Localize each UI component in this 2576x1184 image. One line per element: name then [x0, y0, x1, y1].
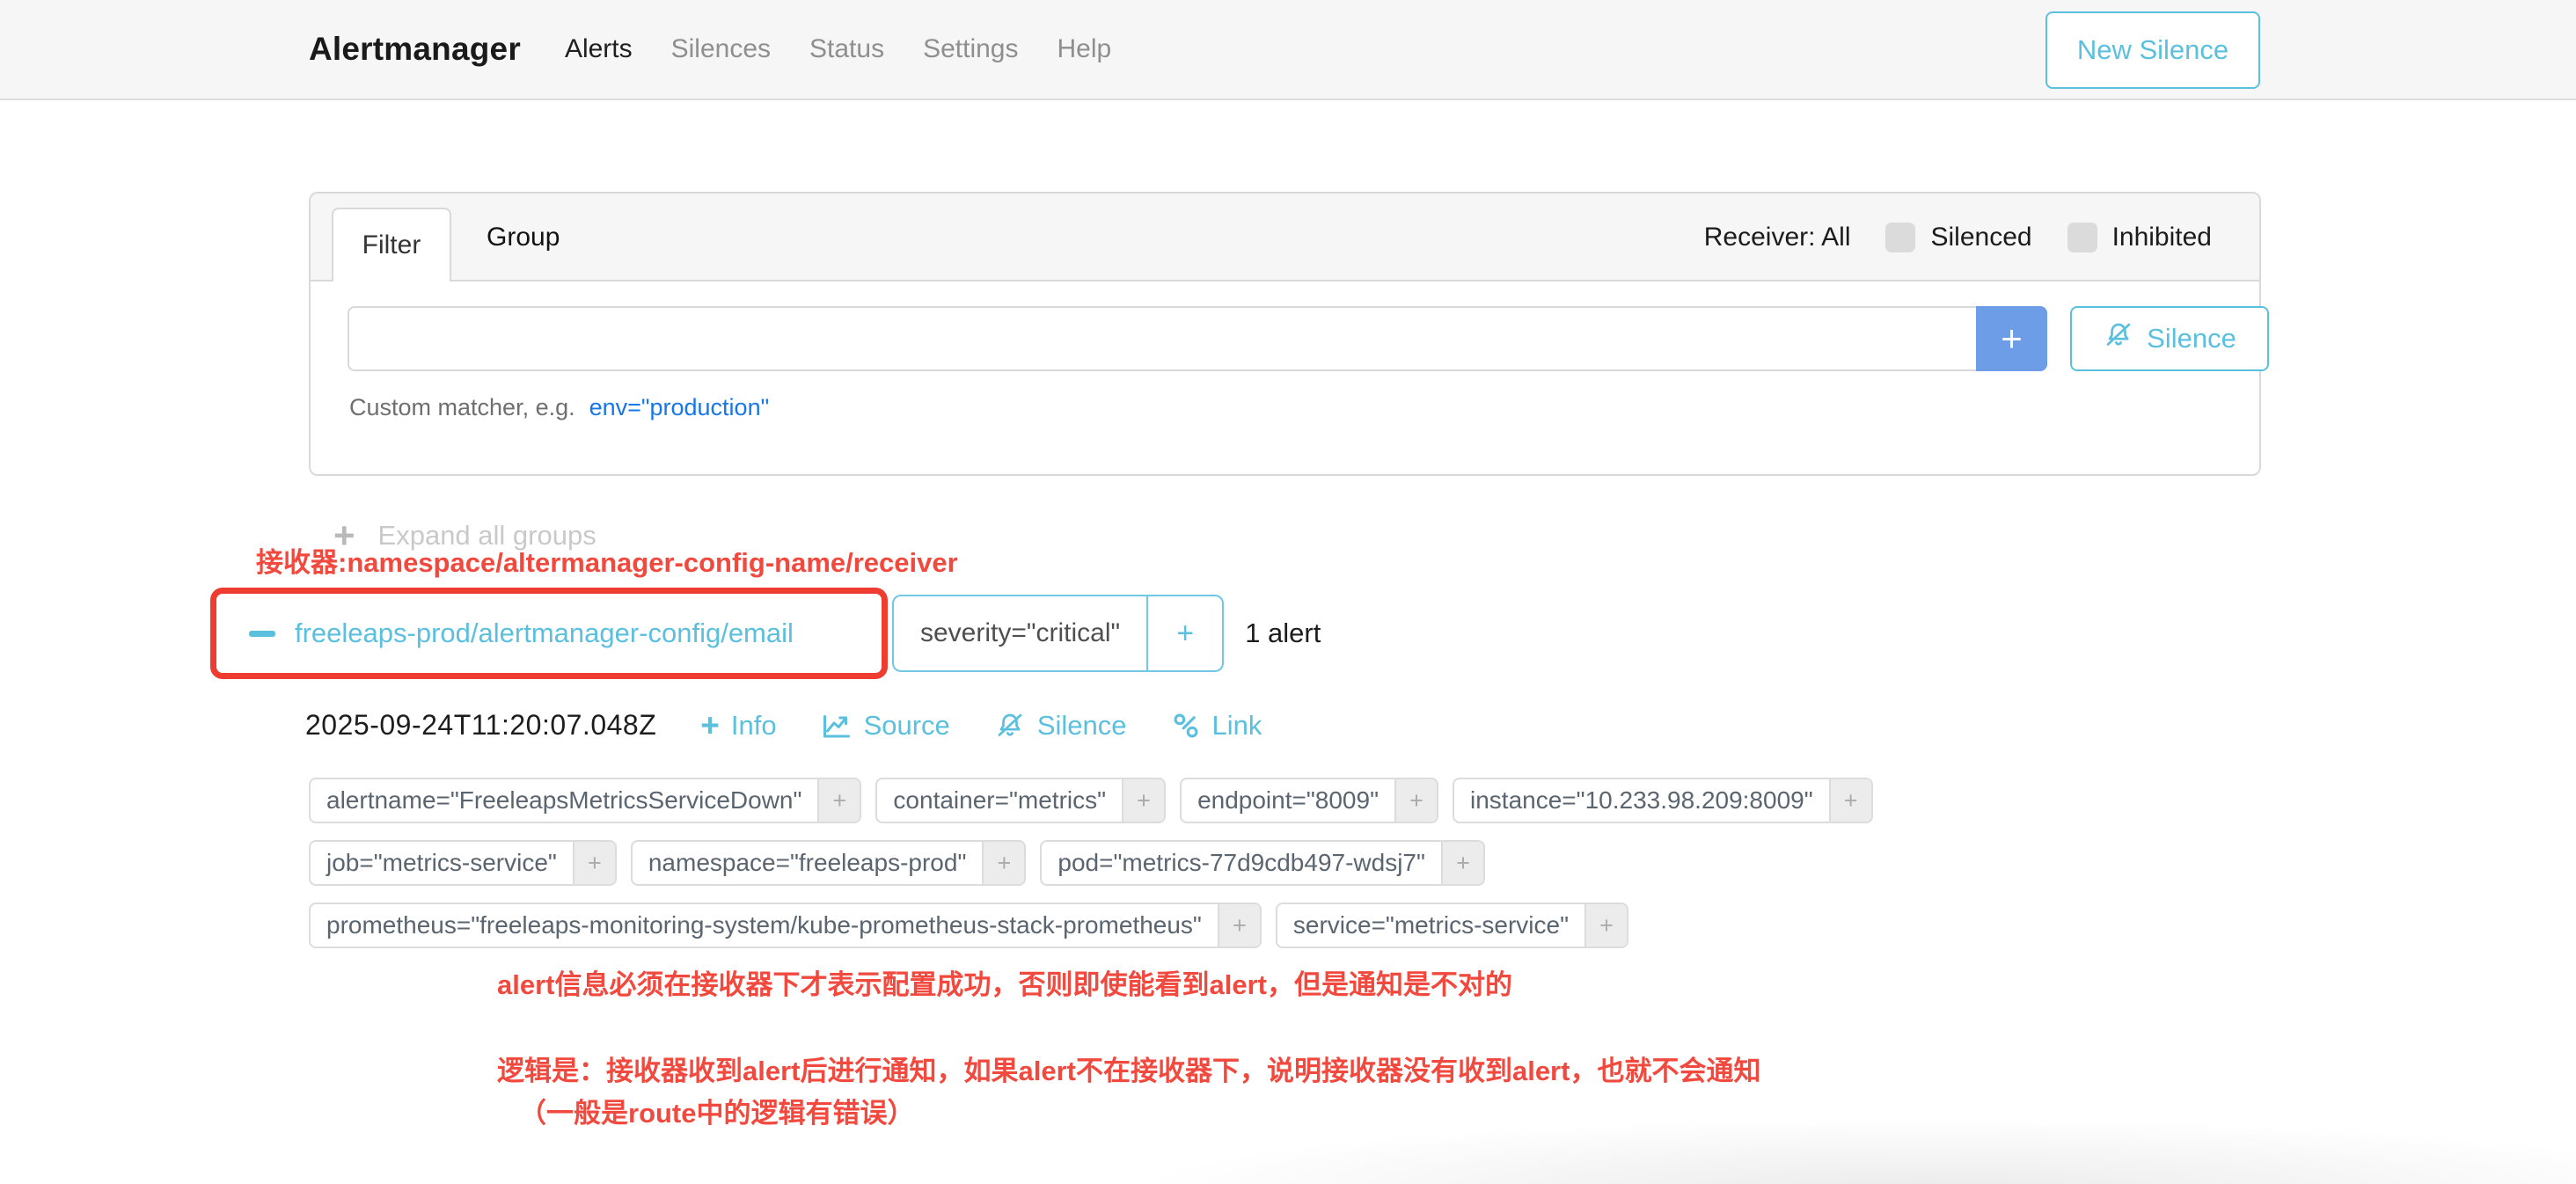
annotation-highlight-box: freeleaps-prod/alertmanager-config/email [210, 588, 888, 679]
add-label-filter-button[interactable]: + [1441, 842, 1483, 884]
filter-panel: Filter Group Receiver: All Silenced Inhi… [309, 192, 2261, 476]
bell-slash-icon [994, 710, 1026, 742]
alert-silence-button[interactable]: Silence [994, 710, 1127, 742]
annotation-alert-note: alert信息必须在接收器下才表示配置成功，否则即使能看到alert，但是通知是… [497, 962, 1512, 1002]
bell-slash-icon [2103, 319, 2134, 358]
inhibited-checkbox[interactable] [2067, 223, 2097, 252]
matcher-input-group: + [348, 306, 2047, 371]
label-row: prometheus="freeleaps-monitoring-system/… [309, 903, 2068, 948]
label-row: job="metrics-service" + namespace="freel… [309, 840, 2068, 886]
matcher-hint-row: Custom matcher, e.g. env="production" [349, 394, 769, 421]
matcher-hint-text: Custom matcher, e.g. [349, 394, 575, 421]
link-icon [1171, 711, 1201, 741]
nav-item-status[interactable]: Status [809, 34, 884, 64]
label-tag-text: prometheus="freeleaps-monitoring-system/… [311, 904, 1218, 946]
silenced-filter-toggle[interactable]: Silenced [1885, 223, 2031, 252]
group-matcher-chip: severity="critical" + [892, 595, 1224, 672]
label-tag-text: pod="metrics-77d9cdb497-wdsj7" [1042, 842, 1441, 884]
label-tag-text: instance="10.233.98.209:8009" [1454, 779, 1829, 822]
filter-panel-body: + Silence Custom matcher, e.g. env="prod… [311, 281, 2259, 476]
label-tag-text: job="metrics-service" [311, 842, 573, 884]
nav-item-help[interactable]: Help [1057, 34, 1112, 64]
inhibited-label: Inhibited [2112, 223, 2212, 252]
label-tag: container="metrics" + [875, 778, 1166, 823]
add-label-filter-button[interactable]: + [1218, 904, 1260, 946]
add-label-filter-button[interactable]: + [1584, 904, 1627, 946]
add-label-filter-button[interactable]: + [982, 842, 1024, 884]
receiver-group-link[interactable]: freeleaps-prod/alertmanager-config/email [295, 618, 794, 649]
annotation-logic-note-line2: （一般是route中的逻辑有错误） [519, 1091, 915, 1130]
add-label-filter-button[interactable]: + [817, 779, 860, 822]
alert-silence-label: Silence [1037, 710, 1127, 742]
label-tag: service="metrics-service" + [1276, 903, 1628, 948]
add-label-filter-button[interactable]: + [1394, 779, 1437, 822]
matcher-example-link[interactable]: env="production" [589, 394, 770, 421]
alert-row: 2025-09-24T11:20:07.048Z + Info Source [305, 709, 1262, 742]
label-tag-text: service="metrics-service" [1277, 904, 1584, 946]
nav-item-alerts[interactable]: Alerts [565, 34, 633, 64]
receiver-group-row: freeleaps-prod/alertmanager-config/email… [210, 588, 1321, 679]
nav-item-settings[interactable]: Settings [923, 34, 1018, 64]
new-silence-button[interactable]: New Silence [2045, 11, 2260, 89]
plus-icon: + [700, 709, 720, 742]
label-tag-text: container="metrics" [877, 779, 1122, 822]
inhibited-filter-toggle[interactable]: Inhibited [2067, 223, 2212, 252]
label-tag-text: endpoint="8009" [1182, 779, 1394, 822]
app-brand: Alertmanager [309, 31, 521, 68]
label-tag: prometheus="freeleaps-monitoring-system/… [309, 903, 1262, 948]
alert-count: 1 alert [1245, 618, 1321, 649]
matcher-input[interactable] [348, 306, 1976, 371]
silence-from-filter-button[interactable]: Silence [2070, 306, 2269, 371]
silenced-label: Silenced [1930, 223, 2031, 252]
label-tag: pod="metrics-77d9cdb497-wdsj7" + [1040, 840, 1485, 886]
add-label-filter-button[interactable]: + [573, 842, 615, 884]
label-tag-text: alertname="FreeleapsMetricsServiceDown" [311, 779, 817, 822]
alert-timestamp: 2025-09-24T11:20:07.048Z [305, 709, 656, 742]
add-label-filter-button[interactable]: + [1122, 779, 1164, 822]
alert-source-label: Source [864, 710, 950, 742]
label-row: alertname="FreeleapsMetricsServiceDown" … [309, 778, 2068, 823]
label-tag: namespace="freeleaps-prod" + [631, 840, 1027, 886]
silence-button-label: Silence [2147, 323, 2236, 354]
header-controls: Receiver: All Silenced Inhibited [1704, 194, 2212, 281]
alert-link-button[interactable]: Link [1171, 710, 1262, 742]
label-tag-text: namespace="freeleaps-prod" [633, 842, 983, 884]
label-tag: endpoint="8009" + [1180, 778, 1438, 823]
label-tag: instance="10.233.98.209:8009" + [1453, 778, 1873, 823]
group-matcher-text: severity="critical" [894, 596, 1146, 670]
tab-group[interactable]: Group [471, 194, 575, 281]
label-tag: alertname="FreeleapsMetricsServiceDown" … [309, 778, 861, 823]
nav-item-silences[interactable]: Silences [671, 34, 771, 64]
nav-links: Alerts Silences Status Settings Help [565, 34, 1111, 64]
screenshot-bottom-shadow [1126, 1117, 2576, 1184]
label-tag: job="metrics-service" + [309, 840, 617, 886]
add-matcher-button[interactable]: + [1976, 306, 2047, 371]
chart-line-icon [821, 710, 853, 742]
silenced-checkbox[interactable] [1885, 223, 1915, 252]
top-navbar: Alertmanager Alerts Silences Status Sett… [0, 0, 2576, 100]
alert-link-label: Link [1212, 710, 1262, 742]
alertmanager-page: Alertmanager Alerts Silences Status Sett… [0, 0, 2576, 1184]
tab-filter[interactable]: Filter [332, 208, 451, 281]
collapse-minus-icon [249, 631, 275, 637]
alert-labels: alertname="FreeleapsMetricsServiceDown" … [309, 778, 2068, 965]
annotation-logic-note-line1: 逻辑是：接收器收到alert后进行通知，如果alert不在接收器下，说明接收器没… [497, 1049, 1760, 1088]
receiver-filter-label[interactable]: Receiver: All [1704, 223, 1851, 252]
alert-info-button[interactable]: + Info [700, 709, 776, 742]
alert-info-label: Info [731, 710, 777, 742]
alert-source-button[interactable]: Source [821, 710, 950, 742]
filter-panel-header: Filter Group Receiver: All Silenced Inhi… [311, 194, 2259, 281]
annotation-receiver-note: 接收器:namespace/altermanager-config-name/r… [256, 540, 958, 580]
add-label-filter-button[interactable]: + [1829, 779, 1871, 822]
add-group-matcher-button[interactable]: + [1146, 596, 1222, 670]
